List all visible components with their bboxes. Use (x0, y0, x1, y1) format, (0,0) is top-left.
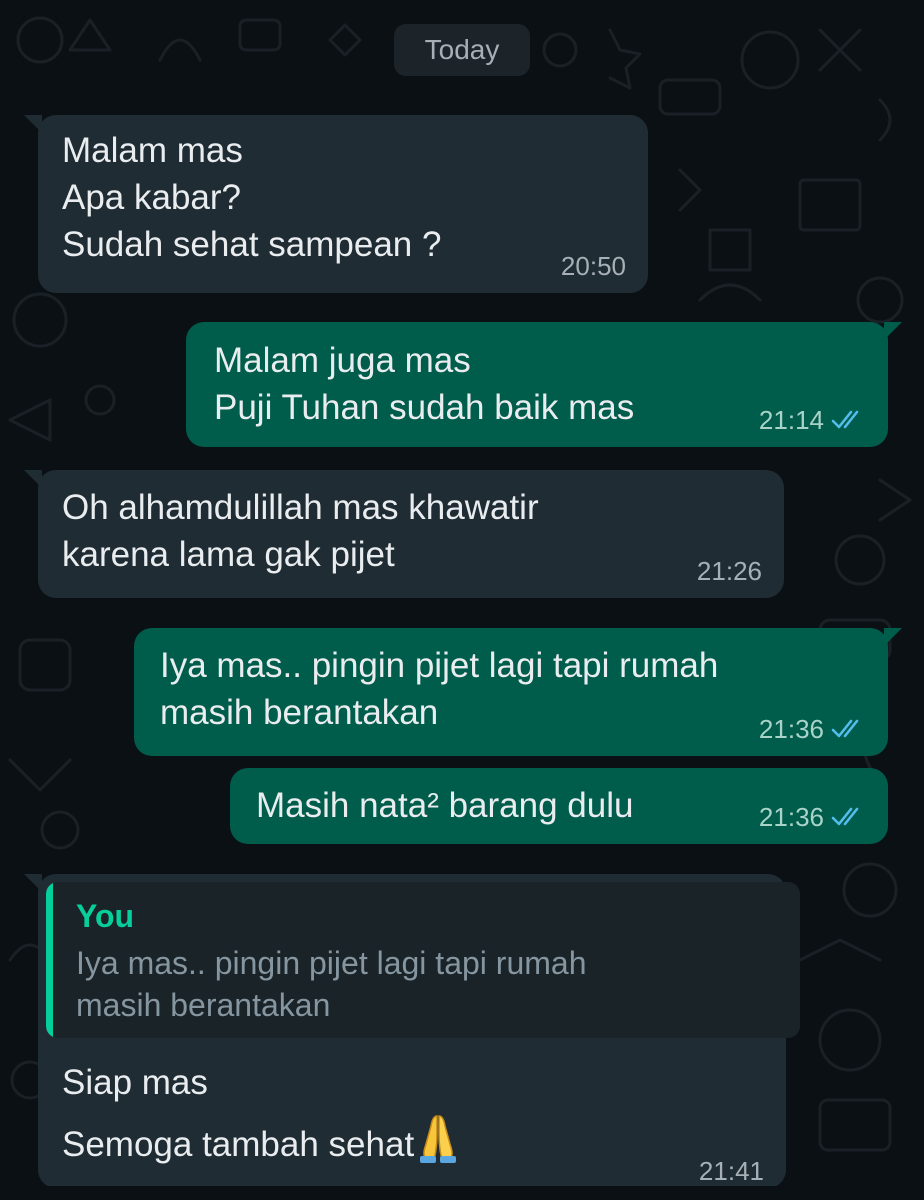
message-time: 21:14 (758, 405, 824, 435)
message-text: Siap mas Semoga tambah sehat (62, 1063, 415, 1164)
folded-hands-emoji-icon (416, 1112, 460, 1182)
message-text: Iya mas.. pingin pijet lagi tapi rumah m… (160, 646, 719, 732)
double-check-read-icon (830, 409, 866, 431)
double-check-read-icon (830, 806, 866, 828)
message-meta: 21:26 (697, 556, 762, 586)
message-bubble-incoming[interactable]: Oh alhamdulillah mas khawatir karena lam… (24, 470, 784, 598)
quoted-message[interactable]: You Iya mas.. pingin pijet lagi tapi rum… (46, 882, 800, 1038)
message-time: 21:36 (758, 802, 824, 832)
chat-background: Today Malam mas Apa kabar? Sudah sehat s… (0, 0, 924, 1200)
message-meta: 21:41 (699, 1156, 764, 1186)
date-chip: Today (394, 24, 530, 76)
message-bubble-outgoing[interactable]: Masih nata² barang dulu 21:36 (230, 768, 888, 844)
message-meta: 21:14 (759, 405, 866, 435)
message-time: 20:50 (560, 251, 626, 281)
message-text: Malam mas Apa kabar? Sudah sehat sampean… (62, 131, 442, 264)
bottom-edge (0, 1186, 924, 1200)
bubble-tail (24, 874, 42, 892)
quote-author: You (76, 898, 135, 934)
message-time: 21:36 (758, 714, 824, 744)
message-bubble-incoming-reply[interactable]: You Iya mas.. pingin pijet lagi tapi rum… (24, 874, 800, 1188)
message-bubble-outgoing[interactable]: Iya mas.. pingin pijet lagi tapi rumah m… (134, 628, 902, 756)
bubble-tail (24, 470, 42, 488)
message-text-wrapper: Siap mas Semoga tambah sehat (62, 1054, 460, 1182)
message-meta: 21:36 (759, 802, 866, 832)
bubble-tail (884, 322, 902, 340)
double-check-read-icon (830, 718, 866, 740)
message-time: 21:41 (698, 1156, 764, 1186)
message-meta: 21:36 (759, 714, 866, 744)
message-time: 21:26 (696, 556, 762, 586)
message-meta: 20:50 (561, 251, 626, 281)
message-text: Oh alhamdulillah mas khawatir karena lam… (62, 488, 539, 574)
message-bubble-outgoing[interactable]: Malam juga mas Puji Tuhan sudah baik mas… (186, 322, 902, 447)
quote-text: Iya mas.. pingin pijet lagi tapi rumah m… (76, 945, 587, 1023)
bubble-tail (884, 628, 902, 646)
quote-accent-bar (46, 882, 53, 1038)
bubble-tail (24, 115, 42, 133)
message-bubble-incoming[interactable]: Malam mas Apa kabar? Sudah sehat sampean… (24, 115, 648, 293)
